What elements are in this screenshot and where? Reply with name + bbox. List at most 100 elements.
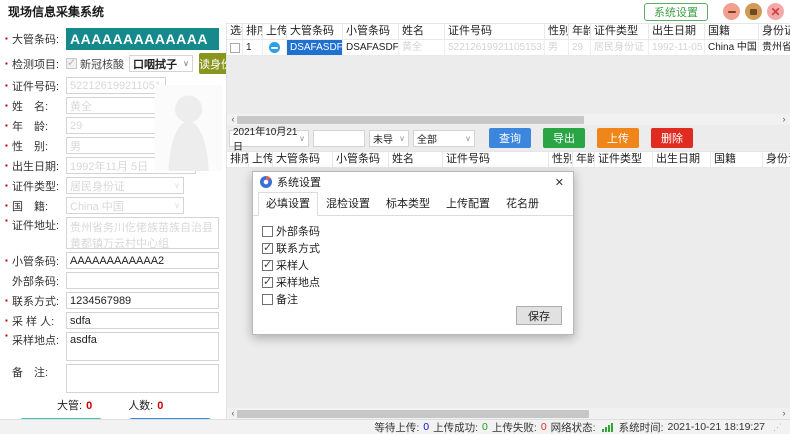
option-remark[interactable]: 备注 bbox=[262, 291, 564, 307]
external-barcode-input[interactable] bbox=[66, 272, 219, 289]
row-age-cell: 29 bbox=[569, 40, 591, 56]
tab-pool-settings[interactable]: 混检设置 bbox=[318, 192, 378, 215]
close-icon: ✕ bbox=[770, 6, 780, 18]
id-type-label: 证件类型: bbox=[12, 178, 66, 194]
export-filter-select[interactable]: 未导 ∨ bbox=[369, 130, 409, 147]
option-label: 备注 bbox=[276, 291, 298, 307]
export-button[interactable]: 导出 bbox=[543, 128, 585, 148]
option-contact[interactable]: 联系方式 bbox=[262, 240, 564, 256]
id-number-input[interactable] bbox=[66, 77, 166, 94]
birth-date-label: 出生日期: bbox=[12, 158, 66, 174]
required-marker: ▪ bbox=[5, 122, 12, 130]
submit-list-button[interactable]: 提交列表（F7） bbox=[19, 418, 103, 419]
option-sampler[interactable]: 采样人 bbox=[262, 257, 564, 273]
checkbox[interactable] bbox=[262, 277, 273, 288]
dialog-save-button[interactable]: 保存 bbox=[516, 306, 562, 325]
remark-row: ▪ 备 注: bbox=[5, 364, 219, 393]
bottom-table-hscrollbar[interactable]: ‹ › bbox=[227, 408, 790, 419]
system-time-value: 2021-10-21 18:19:27 bbox=[668, 421, 766, 433]
upload-button[interactable]: 上传 bbox=[597, 128, 639, 148]
people-count: 人数:0 bbox=[128, 397, 163, 413]
gender-select[interactable]: 男 ∨ bbox=[66, 137, 166, 154]
dialog-app-icon bbox=[260, 176, 272, 188]
top-table-row[interactable]: 1 DSAFASDFAAAS DSAFASDFAAAS1 黄全 52212619… bbox=[227, 40, 790, 56]
dialog-close-icon[interactable]: ✕ bbox=[553, 176, 566, 189]
save-info-button[interactable]: 保存信息（F9） bbox=[128, 418, 212, 419]
col-id-type: 证件类型 bbox=[595, 152, 653, 168]
date-picker[interactable]: 2021年10月21日 ∨ bbox=[229, 130, 309, 147]
nationality-row: ▪ 国 籍: China 中国 ∨ bbox=[5, 197, 219, 214]
id-type-select[interactable]: 居民身份证 ∨ bbox=[66, 177, 184, 194]
required-marker: ▪ bbox=[5, 182, 12, 190]
test-item-label: 检测项目: bbox=[12, 56, 66, 72]
top-table-hscrollbar[interactable]: ‹ › bbox=[227, 114, 790, 125]
pending-upload-label: 等待上传: bbox=[374, 420, 419, 434]
minimize-button[interactable] bbox=[723, 3, 740, 20]
close-button[interactable]: ✕ bbox=[767, 3, 784, 20]
sampler-input[interactable] bbox=[66, 312, 219, 329]
required-marker: ▪ bbox=[5, 317, 12, 325]
swab-type-select[interactable]: 口咽拭子 ∨ bbox=[129, 55, 193, 72]
row-small-tube-cell: DSAFASDFAAAS1 bbox=[343, 40, 399, 56]
col-sex: 性别 bbox=[545, 24, 569, 40]
required-marker: ▪ bbox=[5, 257, 12, 265]
row-tube-cell[interactable]: DSAFASDFAAAS bbox=[287, 40, 343, 56]
scroll-left-icon[interactable]: ‹ bbox=[229, 409, 237, 418]
read-id-card-button[interactable]: 读身份证 (F5) bbox=[199, 53, 227, 74]
tube-barcode-input[interactable] bbox=[66, 28, 219, 50]
row-select-cell bbox=[227, 40, 243, 56]
col-age: 年龄 bbox=[573, 152, 595, 168]
test-item-row: ▪ 检测项目: 新冠核酸 口咽拭子 ∨ 读身份证 (F5) bbox=[5, 53, 219, 74]
scroll-right-icon[interactable]: › bbox=[780, 409, 788, 418]
row-checkbox[interactable] bbox=[230, 43, 240, 53]
covid-test-checkbox-label: 新冠核酸 bbox=[80, 56, 124, 72]
maximize-button[interactable] bbox=[745, 3, 762, 20]
tab-required-settings[interactable]: 必填设置 bbox=[258, 192, 318, 216]
form-actions: 提交列表（F7） 保存信息（F9） bbox=[19, 418, 219, 419]
required-marker: ▪ bbox=[5, 35, 12, 43]
col-id-type: 证件类型 bbox=[591, 24, 649, 40]
contact-input[interactable] bbox=[66, 292, 219, 309]
checkbox[interactable] bbox=[262, 260, 273, 271]
option-external-barcode[interactable]: 外部条码 bbox=[262, 223, 564, 239]
option-sample-site[interactable]: 采样地点 bbox=[262, 274, 564, 290]
age-input[interactable] bbox=[66, 117, 166, 134]
row-name-cell: 黄全 bbox=[399, 40, 445, 56]
scroll-right-icon[interactable]: › bbox=[780, 115, 788, 124]
remark-textarea[interactable] bbox=[66, 364, 219, 393]
row-address-cell: 贵州省务川仡佬族苗族自治县黄都镇万云村中心组 bbox=[759, 40, 790, 56]
system-settings-button[interactable]: 系统设置 bbox=[644, 3, 708, 21]
name-input[interactable] bbox=[66, 97, 166, 114]
export-filter-value: 未导 bbox=[373, 131, 393, 146]
app-title: 现场信息采集系统 bbox=[8, 3, 104, 20]
dialog-titlebar: 系统设置 ✕ bbox=[253, 172, 573, 192]
col-tube: 大管条码 bbox=[287, 24, 343, 40]
id-type-value: 居民身份证 bbox=[70, 178, 125, 194]
remark-label: 备 注: bbox=[12, 364, 66, 380]
checkbox[interactable] bbox=[262, 294, 273, 305]
scope-filter-select[interactable]: 全部 ∨ bbox=[413, 130, 475, 147]
tab-roster[interactable]: 花名册 bbox=[498, 192, 547, 215]
scrollbar-thumb[interactable] bbox=[237, 410, 589, 418]
checkbox[interactable] bbox=[262, 226, 273, 237]
checkbox[interactable] bbox=[262, 243, 273, 254]
col-birth: 出生日期 bbox=[653, 152, 711, 168]
row-upload-cell bbox=[263, 40, 287, 56]
required-marker: ▪ bbox=[5, 162, 12, 170]
nationality-select[interactable]: China 中国 ∨ bbox=[66, 197, 184, 214]
col-small-tube: 小管条码 bbox=[333, 152, 389, 168]
required-marker: ▪ bbox=[5, 102, 12, 110]
tab-upload-config[interactable]: 上传配置 bbox=[438, 192, 498, 215]
delete-button[interactable]: 删除 bbox=[651, 128, 693, 148]
search-input[interactable] bbox=[313, 130, 365, 147]
required-marker: ▪ bbox=[5, 297, 12, 305]
small-tube-input[interactable] bbox=[66, 252, 219, 269]
id-address-textarea[interactable]: 贵州省务川仡佬族苗族自治县黄都镇万云村中心组 bbox=[66, 217, 219, 249]
scope-filter-value: 全部 bbox=[417, 131, 437, 146]
tab-specimen-type[interactable]: 标本类型 bbox=[378, 192, 438, 215]
titlebar: 现场信息采集系统 系统设置 ✕ bbox=[0, 0, 790, 23]
covid-test-checkbox[interactable] bbox=[66, 58, 77, 69]
query-button[interactable]: 查询 bbox=[489, 128, 531, 148]
date-value: 2021年10月21日 bbox=[233, 123, 299, 153]
sample-site-textarea[interactable]: asdfa bbox=[66, 332, 219, 361]
